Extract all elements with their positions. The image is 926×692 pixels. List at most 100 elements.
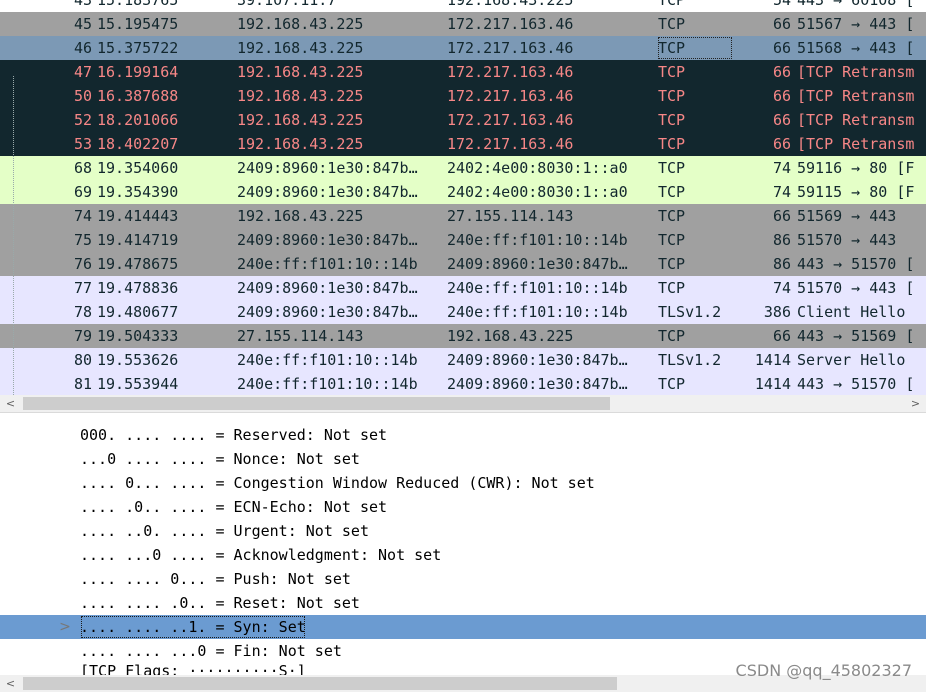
packet-rows: 43 15.183765 39.107.11.7 192.168.43.225 TCP 5… <box>0 0 926 395</box>
packet-time: 16.199164 <box>97 63 179 81</box>
packet-row[interactable]: 52 18.201066 192.168.43.225 172.217.163.46 T… <box>0 108 926 132</box>
packet-list-hscrollbar[interactable]: < > <box>0 395 926 412</box>
packet-destination: 2409:8960:1e30:847b… <box>447 255 628 273</box>
packet-length: 386 <box>763 303 791 321</box>
packet-source: 2409:8960:1e30:847b… <box>237 183 418 201</box>
packet-protocol: TCP <box>657 36 733 60</box>
expand-arrow-icon[interactable]: > <box>59 615 71 639</box>
packet-number: 69 <box>73 183 92 201</box>
packet-length: 86 <box>772 231 791 249</box>
packet-length: 74 <box>772 159 791 177</box>
packet-info: 59116 → 80 [F <box>797 159 915 177</box>
packet-info: Client Hello <box>797 303 906 321</box>
detail-line[interactable]: 000. .... .... = Reserved: Not set <box>0 423 926 447</box>
packet-details-scroll-thumb[interactable] <box>23 677 617 690</box>
packet-time: 18.201066 <box>97 111 179 129</box>
packet-destination: 240e:ff:f101:10::14b <box>447 303 628 321</box>
detail-line[interactable]: .... .... .0.. = Reset: Not set <box>0 591 926 615</box>
packet-info: 443 → 60108 [ <box>797 0 915 9</box>
packet-time: 15.183765 <box>97 0 179 9</box>
packet-length: 66 <box>772 39 791 57</box>
packet-protocol: TCP <box>658 231 686 249</box>
packet-source: 192.168.43.225 <box>237 63 364 81</box>
packet-row[interactable]: 69 19.354390 2409:8960:1e30:847b… 2402:4e00… <box>0 180 926 204</box>
packet-destination: 240e:ff:f101:10::14b <box>447 231 628 249</box>
packet-source: 39.107.11.7 <box>237 0 337 9</box>
packet-info: [TCP Retransm <box>797 87 915 105</box>
packet-row[interactable]: 74 19.414443 192.168.43.225 27.155.114.143 T… <box>0 204 926 228</box>
packet-source: 192.168.43.225 <box>237 39 364 57</box>
packet-source: 192.168.43.225 <box>237 111 364 129</box>
detail-line[interactable]: > .... .... ..1. = Syn: Set <box>0 615 926 639</box>
packet-protocol: TCP <box>658 327 686 345</box>
packet-row[interactable]: 50 16.387688 192.168.43.225 172.217.163.46 T… <box>0 84 926 108</box>
packet-number: 52 <box>73 111 92 129</box>
packet-length: 66 <box>772 327 791 345</box>
packet-row[interactable]: 68 19.354060 2409:8960:1e30:847b… 2402:4e00… <box>0 156 926 180</box>
detail-line-text: .... .... ...0 = Fin: Not set <box>80 642 342 660</box>
packet-time: 19.414443 <box>97 207 179 225</box>
detail-line-text: .... ...0 .... = Acknowledgment: Not set <box>80 546 442 564</box>
packet-row[interactable]: 43 15.183765 39.107.11.7 192.168.43.225 TCP 5… <box>0 0 926 12</box>
packet-length: 66 <box>772 87 791 105</box>
packet-info: 51567 → 443 [ <box>797 15 915 33</box>
detail-line[interactable]: .... 0... .... = Congestion Window Reduc… <box>0 471 926 495</box>
packet-destination: 2409:8960:1e30:847b… <box>447 351 628 369</box>
packet-source: 2409:8960:1e30:847b… <box>237 159 418 177</box>
details-partial-line: [TCP Flags: ··········S·] <box>80 663 306 675</box>
packet-number: 45 <box>73 15 92 33</box>
packet-info: [TCP Retransm <box>797 135 915 153</box>
detail-line[interactable]: .... .0.. .... = ECN-Echo: Not set <box>0 495 926 519</box>
packet-number: 80 <box>73 351 92 369</box>
packet-length: 66 <box>772 135 791 153</box>
packet-protocol: TCP <box>658 63 686 81</box>
packet-source: 192.168.43.225 <box>237 135 364 153</box>
packet-protocol: TLSv1.2 <box>658 303 722 321</box>
packet-row[interactable]: 75 19.414719 2409:8960:1e30:847b… 240e:ff:f… <box>0 228 926 252</box>
packet-row[interactable]: 47 16.199164 192.168.43.225 172.217.163.46 T… <box>0 60 926 84</box>
packet-time: 16.387688 <box>97 87 179 105</box>
packet-row[interactable]: 81 19.553944 240e:ff:f101:10::14b 2409:8960… <box>0 372 926 395</box>
packet-row[interactable]: 79 19.504333 27.155.114.143 192.168.43.225 T… <box>0 324 926 348</box>
packet-number: 53 <box>73 135 92 153</box>
packet-number: 81 <box>73 375 92 393</box>
packet-source: 240e:ff:f101:10::14b <box>237 375 418 393</box>
packet-protocol: TCP <box>658 183 686 201</box>
packet-source: 240e:ff:f101:10::14b <box>237 255 418 273</box>
detail-line[interactable]: .... .... ...0 = Fin: Not set <box>0 639 926 663</box>
packet-time: 19.354390 <box>97 183 179 201</box>
detail-line-text: .... 0... .... = Congestion Window Reduc… <box>80 474 595 492</box>
packet-protocol: TCP <box>658 0 686 9</box>
packet-row[interactable]: 53 18.402207 192.168.43.225 172.217.163.46 T… <box>0 132 926 156</box>
packet-row[interactable]: 77 19.478836 2409:8960:1e30:847b… 240e:ff:f… <box>0 276 926 300</box>
packet-source: 2409:8960:1e30:847b… <box>237 231 418 249</box>
packet-destination: 2402:4e00:8030:1::a0 <box>447 183 628 201</box>
scroll-left-arrow-icon[interactable]: < <box>2 675 19 692</box>
packet-protocol: TCP <box>658 375 686 393</box>
packet-row[interactable]: 45 15.195475 192.168.43.225 172.217.163.46 T… <box>0 12 926 36</box>
packet-row[interactable]: 80 19.553626 240e:ff:f101:10::14b 2409:8960… <box>0 348 926 372</box>
packet-list-scroll-thumb[interactable] <box>23 397 610 410</box>
detail-line[interactable]: .... .... 0... = Push: Not set <box>0 567 926 591</box>
packet-row[interactable]: 76 19.478675 240e:ff:f101:10::14b 2409:8960… <box>0 252 926 276</box>
packet-number: 68 <box>73 159 92 177</box>
packet-info: 443 → 51569 [ <box>797 327 915 345</box>
packet-number: 74 <box>73 207 92 225</box>
packet-number: 46 <box>73 39 92 57</box>
scroll-left-arrow-icon[interactable]: < <box>2 395 19 412</box>
pane-splitter[interactable] <box>0 412 926 423</box>
packet-details-tree[interactable]: 000. .... .... = Reserved: Not set ...0 .… <box>0 423 926 675</box>
packet-row[interactable]: 78 19.480677 2409:8960:1e30:847b… 240e:ff:f… <box>0 300 926 324</box>
detail-line-text: .... .... ..1. = Syn: Set <box>80 615 306 639</box>
packet-destination: 27.155.114.143 <box>447 207 574 225</box>
scroll-right-arrow-icon[interactable]: > <box>907 395 924 412</box>
packet-row[interactable]: 46 15.375722 192.168.43.225 172.217.163.46 T… <box>0 36 926 60</box>
detail-line[interactable]: .... ..0. .... = Urgent: Not set <box>0 519 926 543</box>
packet-info: 51570 → 443 <box>797 231 897 249</box>
packet-list[interactable]: 43 15.183765 39.107.11.7 192.168.43.225 TCP 5… <box>0 0 926 395</box>
detail-line[interactable]: .... ...0 .... = Acknowledgment: Not set <box>0 543 926 567</box>
detail-line-text: .... .0.. .... = ECN-Echo: Not set <box>80 498 388 516</box>
packet-number: 76 <box>73 255 92 273</box>
detail-line[interactable]: ...0 .... .... = Nonce: Not set <box>0 447 926 471</box>
packet-protocol: TCP <box>658 15 686 33</box>
